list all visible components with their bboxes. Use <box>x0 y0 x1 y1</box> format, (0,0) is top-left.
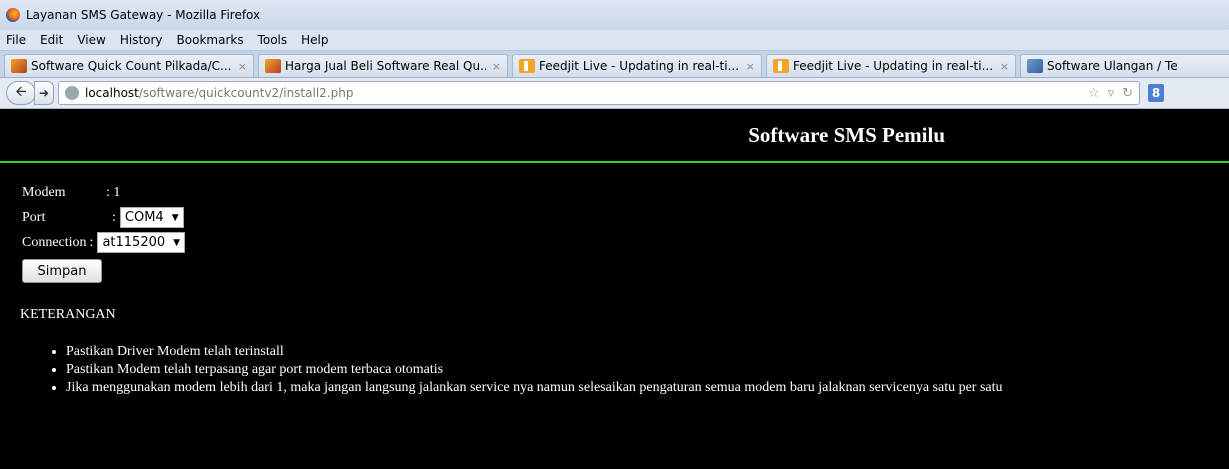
feedjit-icon <box>773 59 789 73</box>
firefox-icon <box>6 8 20 22</box>
connection-row: Connection : at115200 ▼ <box>22 230 1229 255</box>
back-arrow-icon: 🡨 <box>15 84 27 100</box>
tab-harga-jual[interactable]: Harga Jual Beli Software Real Qu... × <box>258 54 508 77</box>
url-bar[interactable]: localhost/software/quickcountv2/install2… <box>58 81 1140 105</box>
tab-strip: Software Quick Count Pilkada/C... × Harg… <box>0 51 1229 78</box>
modem-value: : 1 <box>106 184 121 200</box>
tab-close-icon[interactable]: × <box>492 60 501 73</box>
tab-close-icon[interactable]: × <box>746 60 755 73</box>
menu-bar: File Edit View History Bookmarks Tools H… <box>0 30 1229 51</box>
google-search-icon[interactable]: 8 <box>1148 84 1164 102</box>
bookmark-star-icon[interactable]: ☆ <box>1088 86 1100 101</box>
tab-label: Feedjit Live - Updating in real-ti... <box>539 59 740 73</box>
tab-feedjit-2[interactable]: Feedjit Live - Updating in real-ti... × <box>766 54 1016 77</box>
modem-label: Modem <box>22 184 66 200</box>
url-host: localhost <box>85 86 139 100</box>
site-icon <box>1027 59 1043 73</box>
menu-history[interactable]: History <box>120 33 163 47</box>
page-content: Software SMS Pemilu Modem : 1 Port : COM… <box>0 109 1229 397</box>
notes-list: Pastikan Driver Modem telah terinstall P… <box>0 343 1229 397</box>
navigation-bar: 🡨 ➜ localhost/software/quickcountv2/inst… <box>0 78 1229 109</box>
modem-form: Modem : 1 Port : COM4 ▼ Connection : at1… <box>0 163 1229 283</box>
menu-file[interactable]: File <box>6 33 26 47</box>
chevron-down-icon: ▼ <box>173 237 181 248</box>
window-title: Layanan SMS Gateway - Mozilla Firefox <box>26 8 261 22</box>
tab-label: Feedjit Live - Updating in real-ti... <box>793 59 994 73</box>
modem-row: Modem : 1 <box>22 180 1229 205</box>
reload-icon[interactable]: ↻ <box>1122 86 1133 101</box>
page-title: Software SMS Pemilu <box>748 122 945 147</box>
feedjit-icon <box>519 59 535 73</box>
tab-close-icon[interactable]: × <box>238 60 247 73</box>
connection-select[interactable]: at115200 ▼ <box>97 232 186 253</box>
forward-button[interactable]: ➜ <box>34 81 54 105</box>
tab-software-ulangan[interactable]: Software Ulangan / Te <box>1020 54 1229 77</box>
tab-label: Software Ulangan / Te <box>1047 59 1178 73</box>
port-label: Port <box>22 209 46 225</box>
url-path: /software/quickcountv2/install2.php <box>138 86 354 100</box>
list-item: Pastikan Modem telah terpasang agar port… <box>66 361 1229 379</box>
menu-edit[interactable]: Edit <box>40 33 63 47</box>
port-select[interactable]: COM4 ▼ <box>119 207 184 228</box>
catcat-icon <box>11 59 27 73</box>
tab-close-icon[interactable]: × <box>1000 60 1009 73</box>
keterangan-heading: KETERANGAN <box>20 307 116 322</box>
globe-icon <box>65 86 79 100</box>
menu-view[interactable]: View <box>77 33 105 47</box>
tab-feedjit-1[interactable]: Feedjit Live - Updating in real-ti... × <box>512 54 762 77</box>
page-header: Software SMS Pemilu <box>0 109 1229 163</box>
menu-tools[interactable]: Tools <box>258 33 288 47</box>
dropdown-arrow-icon[interactable]: ▿ <box>1108 86 1115 101</box>
chevron-down-icon: ▼ <box>171 212 179 223</box>
tab-quick-count[interactable]: Software Quick Count Pilkada/C... × <box>4 54 254 77</box>
menu-bookmarks[interactable]: Bookmarks <box>177 33 244 47</box>
list-item: Jika menggunakan modem lebih dari 1, mak… <box>66 379 1229 397</box>
port-select-value: COM4 <box>124 210 164 225</box>
list-item: Pastikan Driver Modem telah terinstall <box>66 343 1229 361</box>
connection-select-value: at115200 <box>102 235 166 250</box>
tab-label: Software Quick Count Pilkada/C... <box>31 59 232 73</box>
menu-help[interactable]: Help <box>301 33 328 47</box>
port-row: Port : COM4 ▼ <box>22 205 1229 230</box>
port-separator: : <box>112 209 116 225</box>
save-button[interactable]: Simpan <box>22 259 102 283</box>
catcat-icon <box>265 59 281 73</box>
forward-arrow-icon: ➜ <box>38 86 50 100</box>
window-titlebar: Layanan SMS Gateway - Mozilla Firefox <box>0 0 1229 30</box>
connection-separator: : <box>89 234 94 250</box>
tab-label: Harga Jual Beli Software Real Qu... <box>285 59 486 73</box>
back-button[interactable]: 🡨 <box>6 81 36 105</box>
connection-label: Connection <box>22 234 87 250</box>
